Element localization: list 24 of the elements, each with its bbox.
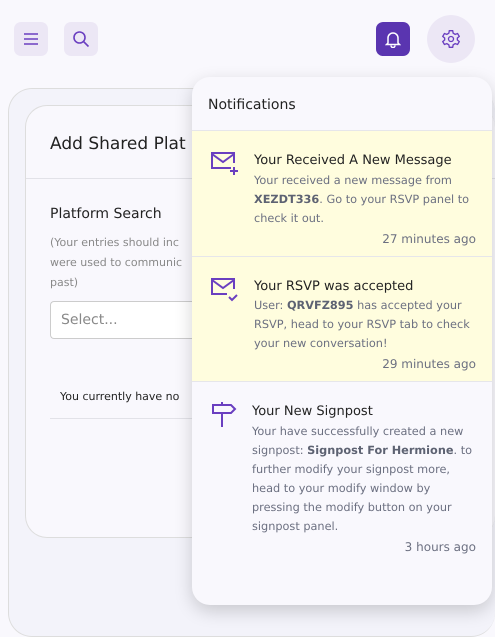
menu-icon [23, 32, 39, 46]
bell-button[interactable] [376, 22, 410, 56]
envelope-check-icon [210, 276, 240, 302]
notification-item[interactable]: Your Received A New Message Your received a new message from XEZDT336. Go to your RSVP panel to check it out. 27 minutes ago [192, 130, 492, 256]
search-icon [72, 30, 90, 48]
menu-button[interactable] [14, 22, 48, 56]
notification-title: Your Received A New Message [254, 152, 453, 170]
search-button[interactable] [64, 22, 98, 56]
notification-title: Your New Signpost [252, 403, 374, 421]
notification-title: Your RSVP was accepted [254, 278, 414, 296]
notification-text: Your have successfully created a new signpost: Signpost For Hermione. to further modify your signpost more, head to your modify window by pressing the modify button on your signpost panel. [252, 424, 474, 534]
notification-time: 27 minutes ago [381, 230, 476, 248]
settings-icon [441, 29, 461, 49]
empty-message: You currently have no [60, 390, 180, 403]
envelope-plus-icon [210, 151, 240, 177]
bell-icon [385, 30, 401, 48]
notification-text: User: QRVFZ895 has accepted your RSVP, head to your RSVP tab to check your new conversation! [254, 298, 471, 352]
notification-item[interactable]: Your RSVP was accepted User: QRVFZ895 has accepted your RSVP, head to your RSVP tab to check your new conversation! 29 minutes ago [192, 256, 492, 381]
hint-text: (Your entries should inc were used to communic past) [50, 235, 182, 291]
notification-time: 29 minutes ago [381, 356, 476, 373]
field-label: Platform Search [50, 205, 162, 224]
notification-time: 3 hours ago [404, 538, 476, 556]
signpost-icon [210, 402, 238, 428]
settings-button[interactable] [427, 15, 475, 63]
